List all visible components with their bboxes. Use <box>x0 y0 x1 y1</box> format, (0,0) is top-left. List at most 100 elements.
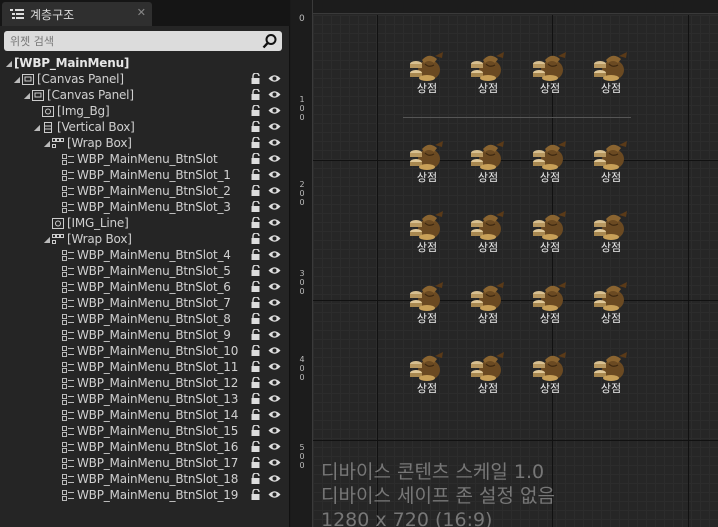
tree-item[interactable]: WBP_MainMenu_BtnSlot_2 <box>0 183 290 199</box>
lock-icon[interactable] <box>251 425 261 436</box>
tree-item[interactable]: ◢ [WBP_MainMenu] <box>0 55 290 71</box>
lock-icon[interactable] <box>251 281 261 292</box>
search-icon[interactable] <box>262 33 278 49</box>
tree-item[interactable]: WBP_MainMenu_BtnSlot_13 <box>0 391 290 407</box>
lock-icon[interactable] <box>251 89 261 100</box>
tree-item[interactable]: WBP_MainMenu_BtnSlot_9 <box>0 327 290 343</box>
expand-arrow-icon[interactable]: ◢ <box>32 123 42 132</box>
lock-icon[interactable] <box>251 457 261 468</box>
eye-icon[interactable] <box>268 378 281 387</box>
shop-slot[interactable]: 상점 <box>405 209 449 257</box>
shop-slot[interactable]: 상점 <box>528 350 572 398</box>
expand-arrow-icon[interactable]: ◢ <box>4 59 14 68</box>
tree-item[interactable]: WBP_MainMenu_BtnSlot_16 <box>0 439 290 455</box>
shop-slot[interactable]: 상점 <box>589 280 633 328</box>
tree-item[interactable]: WBP_MainMenu_BtnSlot_15 <box>0 423 290 439</box>
eye-icon[interactable] <box>268 410 281 419</box>
tree-item[interactable]: WBP_MainMenu_BtnSlot_4 <box>0 247 290 263</box>
tree-item[interactable]: WBP_MainMenu_BtnSlot_14 <box>0 407 290 423</box>
eye-icon[interactable] <box>268 250 281 259</box>
lock-icon[interactable] <box>251 201 261 212</box>
tree-item[interactable]: WBP_MainMenu_BtnSlot <box>0 151 290 167</box>
shop-slot[interactable]: 상점 <box>405 280 449 328</box>
tree-item[interactable]: WBP_MainMenu_BtnSlot_12 <box>0 375 290 391</box>
lock-icon[interactable] <box>251 441 261 452</box>
tree-item[interactable]: ◢ [Wrap Box] <box>0 231 290 247</box>
shop-slot[interactable]: 상점 <box>466 350 510 398</box>
eye-icon[interactable] <box>268 362 281 371</box>
tree-item[interactable]: WBP_MainMenu_BtnSlot_6 <box>0 279 290 295</box>
lock-icon[interactable] <box>251 297 261 308</box>
lock-icon[interactable] <box>251 409 261 420</box>
eye-icon[interactable] <box>268 138 281 147</box>
expand-arrow-icon[interactable]: ◢ <box>22 91 32 100</box>
lock-icon[interactable] <box>251 249 261 260</box>
tree-item[interactable]: WBP_MainMenu_BtnSlot_8 <box>0 311 290 327</box>
eye-icon[interactable] <box>268 266 281 275</box>
eye-icon[interactable] <box>268 202 281 211</box>
tree-item[interactable]: [Img_Bg] <box>0 103 290 119</box>
tree-item[interactable]: WBP_MainMenu_BtnSlot_7 <box>0 295 290 311</box>
eye-icon[interactable] <box>268 330 281 339</box>
eye-icon[interactable] <box>268 122 281 131</box>
lock-icon[interactable] <box>251 169 261 180</box>
shop-slot[interactable]: 상점 <box>589 50 633 98</box>
shop-slot[interactable]: 상점 <box>589 350 633 398</box>
close-icon[interactable]: ✕ <box>137 6 146 19</box>
designer-canvas[interactable]: 1 0 0 2 0 0 3 0 0 4 0 0 5 0 0 0 상점 상점 상점 상점… <box>291 0 718 527</box>
shop-slot[interactable]: 상점 <box>405 139 449 187</box>
shop-slot[interactable]: 상점 <box>466 280 510 328</box>
lock-icon[interactable] <box>251 473 261 484</box>
tree-item[interactable]: ◢ [Wrap Box] <box>0 135 290 151</box>
search-input[interactable] <box>10 32 260 50</box>
shop-slot[interactable]: 상점 <box>528 50 572 98</box>
tree-item[interactable]: WBP_MainMenu_BtnSlot_18 <box>0 471 290 487</box>
eye-icon[interactable] <box>268 74 281 83</box>
lock-icon[interactable] <box>251 105 261 116</box>
tab-hierarchy[interactable]: 계층구조 ✕ <box>2 2 152 26</box>
shop-slot[interactable]: 상점 <box>528 209 572 257</box>
eye-icon[interactable] <box>268 154 281 163</box>
shop-slot[interactable]: 상점 <box>466 139 510 187</box>
eye-icon[interactable] <box>268 346 281 355</box>
lock-icon[interactable] <box>251 73 261 84</box>
eye-icon[interactable] <box>268 186 281 195</box>
tree-item[interactable]: ◢ [Canvas Panel] <box>0 71 290 87</box>
shop-slot[interactable]: 상점 <box>589 139 633 187</box>
shop-slot[interactable]: 상점 <box>589 209 633 257</box>
eye-icon[interactable] <box>268 90 281 99</box>
tree-item[interactable]: WBP_MainMenu_BtnSlot_11 <box>0 359 290 375</box>
tree-item[interactable]: WBP_MainMenu_BtnSlot_19 <box>0 487 290 503</box>
eye-icon[interactable] <box>268 458 281 467</box>
expand-arrow-icon[interactable]: ◢ <box>42 139 52 148</box>
lock-icon[interactable] <box>251 377 261 388</box>
eye-icon[interactable] <box>268 218 281 227</box>
tree-item[interactable]: WBP_MainMenu_BtnSlot_1 <box>0 167 290 183</box>
shop-slot[interactable]: 상점 <box>405 50 449 98</box>
lock-icon[interactable] <box>251 361 261 372</box>
shop-slot[interactable]: 상점 <box>466 50 510 98</box>
expand-arrow-icon[interactable]: ◢ <box>12 75 22 84</box>
eye-icon[interactable] <box>268 234 281 243</box>
lock-icon[interactable] <box>251 121 261 132</box>
eye-icon[interactable] <box>268 490 281 499</box>
eye-icon[interactable] <box>268 106 281 115</box>
tree-item[interactable]: WBP_MainMenu_BtnSlot_3 <box>0 199 290 215</box>
expand-arrow-icon[interactable]: ◢ <box>42 235 52 244</box>
tree-item[interactable]: WBP_MainMenu_BtnSlot_10 <box>0 343 290 359</box>
shop-slot[interactable]: 상점 <box>528 139 572 187</box>
tree-item[interactable]: [IMG_Line] <box>0 215 290 231</box>
tree-item[interactable]: WBP_MainMenu_BtnSlot_5 <box>0 263 290 279</box>
lock-icon[interactable] <box>251 489 261 500</box>
tree-item[interactable]: ◢ [Vertical Box] <box>0 119 290 135</box>
lock-icon[interactable] <box>251 345 261 356</box>
eye-icon[interactable] <box>268 474 281 483</box>
eye-icon[interactable] <box>268 394 281 403</box>
eye-icon[interactable] <box>268 314 281 323</box>
lock-icon[interactable] <box>251 329 261 340</box>
lock-icon[interactable] <box>251 265 261 276</box>
shop-slot[interactable]: 상점 <box>528 280 572 328</box>
lock-icon[interactable] <box>251 393 261 404</box>
eye-icon[interactable] <box>268 426 281 435</box>
eye-icon[interactable] <box>268 170 281 179</box>
